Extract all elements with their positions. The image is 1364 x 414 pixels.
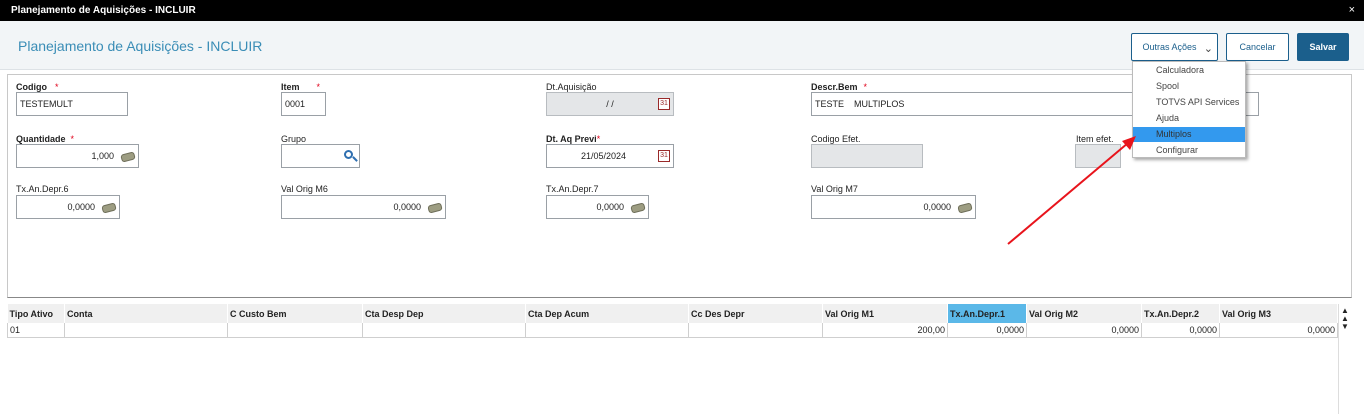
annotation-arrow — [1007, 136, 1136, 245]
